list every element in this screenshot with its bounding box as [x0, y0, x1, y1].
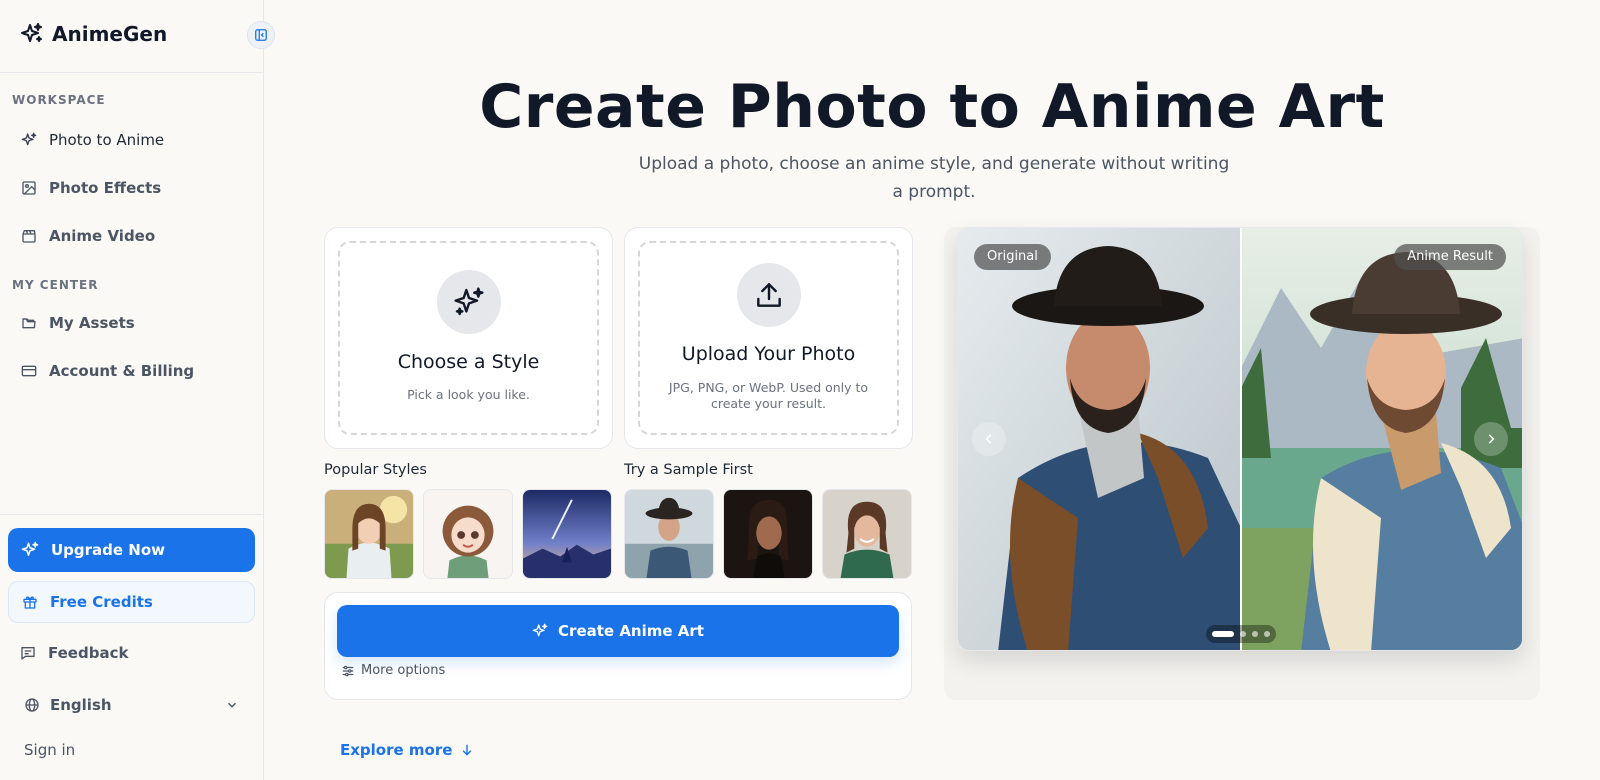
- sample-thumbnail[interactable]: [723, 489, 813, 579]
- more-options-button[interactable]: More options: [341, 663, 445, 678]
- sidebar-item-anime-video[interactable]: Anime Video: [8, 216, 256, 256]
- credit-card-icon: [21, 365, 37, 377]
- free-credits-label: Free Credits: [50, 593, 153, 611]
- divider: [0, 72, 264, 73]
- carousel-dot[interactable]: [1252, 631, 1258, 637]
- original-badge: Original: [974, 244, 1051, 270]
- language-select[interactable]: English: [8, 685, 255, 725]
- sidebar-item-photo-to-anime[interactable]: Photo to Anime: [8, 120, 256, 160]
- chevron-down-icon: [227, 702, 237, 708]
- carousel-dot[interactable]: [1264, 631, 1270, 637]
- page-subtitle: Upload a photo, choose an anime style, a…: [638, 154, 1230, 202]
- feedback-label: Feedback: [48, 644, 129, 662]
- sidebar-collapse-button[interactable]: [247, 21, 275, 49]
- upload-desc: JPG, PNG, or WebP. Used only to create y…: [668, 380, 869, 411]
- folder-icon: [22, 318, 36, 329]
- carousel-dot[interactable]: [1240, 631, 1246, 637]
- explore-more-link[interactable]: Explore more: [340, 741, 474, 759]
- upgrade-now-button[interactable]: Upgrade Now: [8, 528, 255, 572]
- chevron-right-icon: [1488, 434, 1495, 444]
- sidebar-item-label: Account & Billing: [49, 362, 195, 380]
- anime-result-badge: Anime Result: [1394, 244, 1506, 270]
- feedback-button[interactable]: Feedback: [8, 633, 255, 673]
- sidebar-item-account-billing[interactable]: Account & Billing: [8, 351, 256, 391]
- sparkles-icon: [21, 541, 39, 556]
- upload-dropzone[interactable]: Upload Your Photo JPG, PNG, or WebP. Use…: [638, 241, 899, 435]
- comparison-divider[interactable]: [1240, 228, 1242, 650]
- chevron-left-icon: [985, 434, 992, 444]
- carousel-next-button[interactable]: [1474, 422, 1508, 456]
- style-thumbnail[interactable]: [324, 489, 414, 579]
- upload-title: Upload Your Photo: [681, 343, 856, 365]
- message-square-icon: [21, 647, 35, 660]
- panel-left-close-icon: [255, 29, 267, 41]
- more-options-label: More options: [361, 663, 446, 678]
- brand-name: AnimeGen: [52, 22, 168, 46]
- globe-icon: [25, 698, 39, 712]
- page-title: Create Photo to Anime Art: [479, 72, 1385, 142]
- sign-in-link[interactable]: Sign in: [24, 741, 75, 759]
- section-label-my-center: MY CENTER: [12, 278, 99, 292]
- explore-more-label: Explore more: [340, 741, 453, 759]
- sparkles-icon: [21, 132, 37, 146]
- free-credits-button[interactable]: Free Credits: [8, 581, 255, 623]
- sidebar-item-label: Photo to Anime: [49, 131, 165, 149]
- carousel-prev-button[interactable]: [972, 422, 1006, 456]
- sample-thumbnail[interactable]: [624, 489, 714, 579]
- sparkles-icon: [532, 623, 548, 637]
- sidebar-item-my-assets[interactable]: My Assets: [8, 303, 256, 343]
- create-panel: Create Anime Art More options: [324, 592, 912, 700]
- style-thumbnail[interactable]: [423, 489, 513, 579]
- choose-style-desc: Pick a look you like.: [407, 387, 530, 402]
- upload-icon: [736, 263, 801, 327]
- create-anime-art-label: Create Anime Art: [558, 622, 704, 640]
- choose-style-dropzone: Choose a Style Pick a look you like.: [338, 241, 599, 435]
- carousel-indicator: [1206, 625, 1276, 643]
- language-label: English: [50, 696, 112, 714]
- sparkles-logo-icon: [21, 23, 42, 42]
- sidebar-item-label: My Assets: [49, 314, 135, 332]
- clapperboard-icon: [22, 230, 36, 243]
- sliders-icon: [342, 665, 354, 676]
- arrow-down-icon: [463, 744, 472, 756]
- upgrade-now-label: Upgrade Now: [51, 541, 166, 559]
- before-after-comparison[interactable]: Original Anime Result: [957, 227, 1523, 651]
- style-thumbnail[interactable]: [522, 489, 612, 579]
- sample-thumbnail[interactable]: [822, 489, 912, 579]
- upload-photo-card[interactable]: Upload Your Photo JPG, PNG, or WebP. Use…: [624, 227, 913, 449]
- main-content: Create Photo to Anime Art Upload a photo…: [264, 0, 1600, 780]
- sidebar: AnimeGen WORKSPACE Photo to Anime Photo …: [0, 0, 264, 780]
- divider: [0, 514, 264, 515]
- choose-style-card[interactable]: Choose a Style Pick a look you like.: [324, 227, 613, 449]
- carousel-dot[interactable]: [1212, 631, 1234, 637]
- sidebar-item-photo-effects[interactable]: Photo Effects: [8, 168, 256, 208]
- brand[interactable]: AnimeGen: [20, 22, 167, 46]
- sidebar-item-label: Anime Video: [49, 227, 156, 245]
- gift-icon: [23, 596, 37, 609]
- sparkles-icon: [436, 270, 501, 334]
- section-label-workspace: WORKSPACE: [12, 93, 106, 107]
- sample-label: Try a Sample First: [624, 462, 753, 478]
- popular-styles-label: Popular Styles: [324, 462, 427, 478]
- choose-style-title: Choose a Style: [397, 351, 540, 373]
- sidebar-item-label: Photo Effects: [49, 179, 162, 197]
- create-anime-art-button[interactable]: Create Anime Art: [337, 605, 899, 657]
- image-icon: [22, 181, 36, 195]
